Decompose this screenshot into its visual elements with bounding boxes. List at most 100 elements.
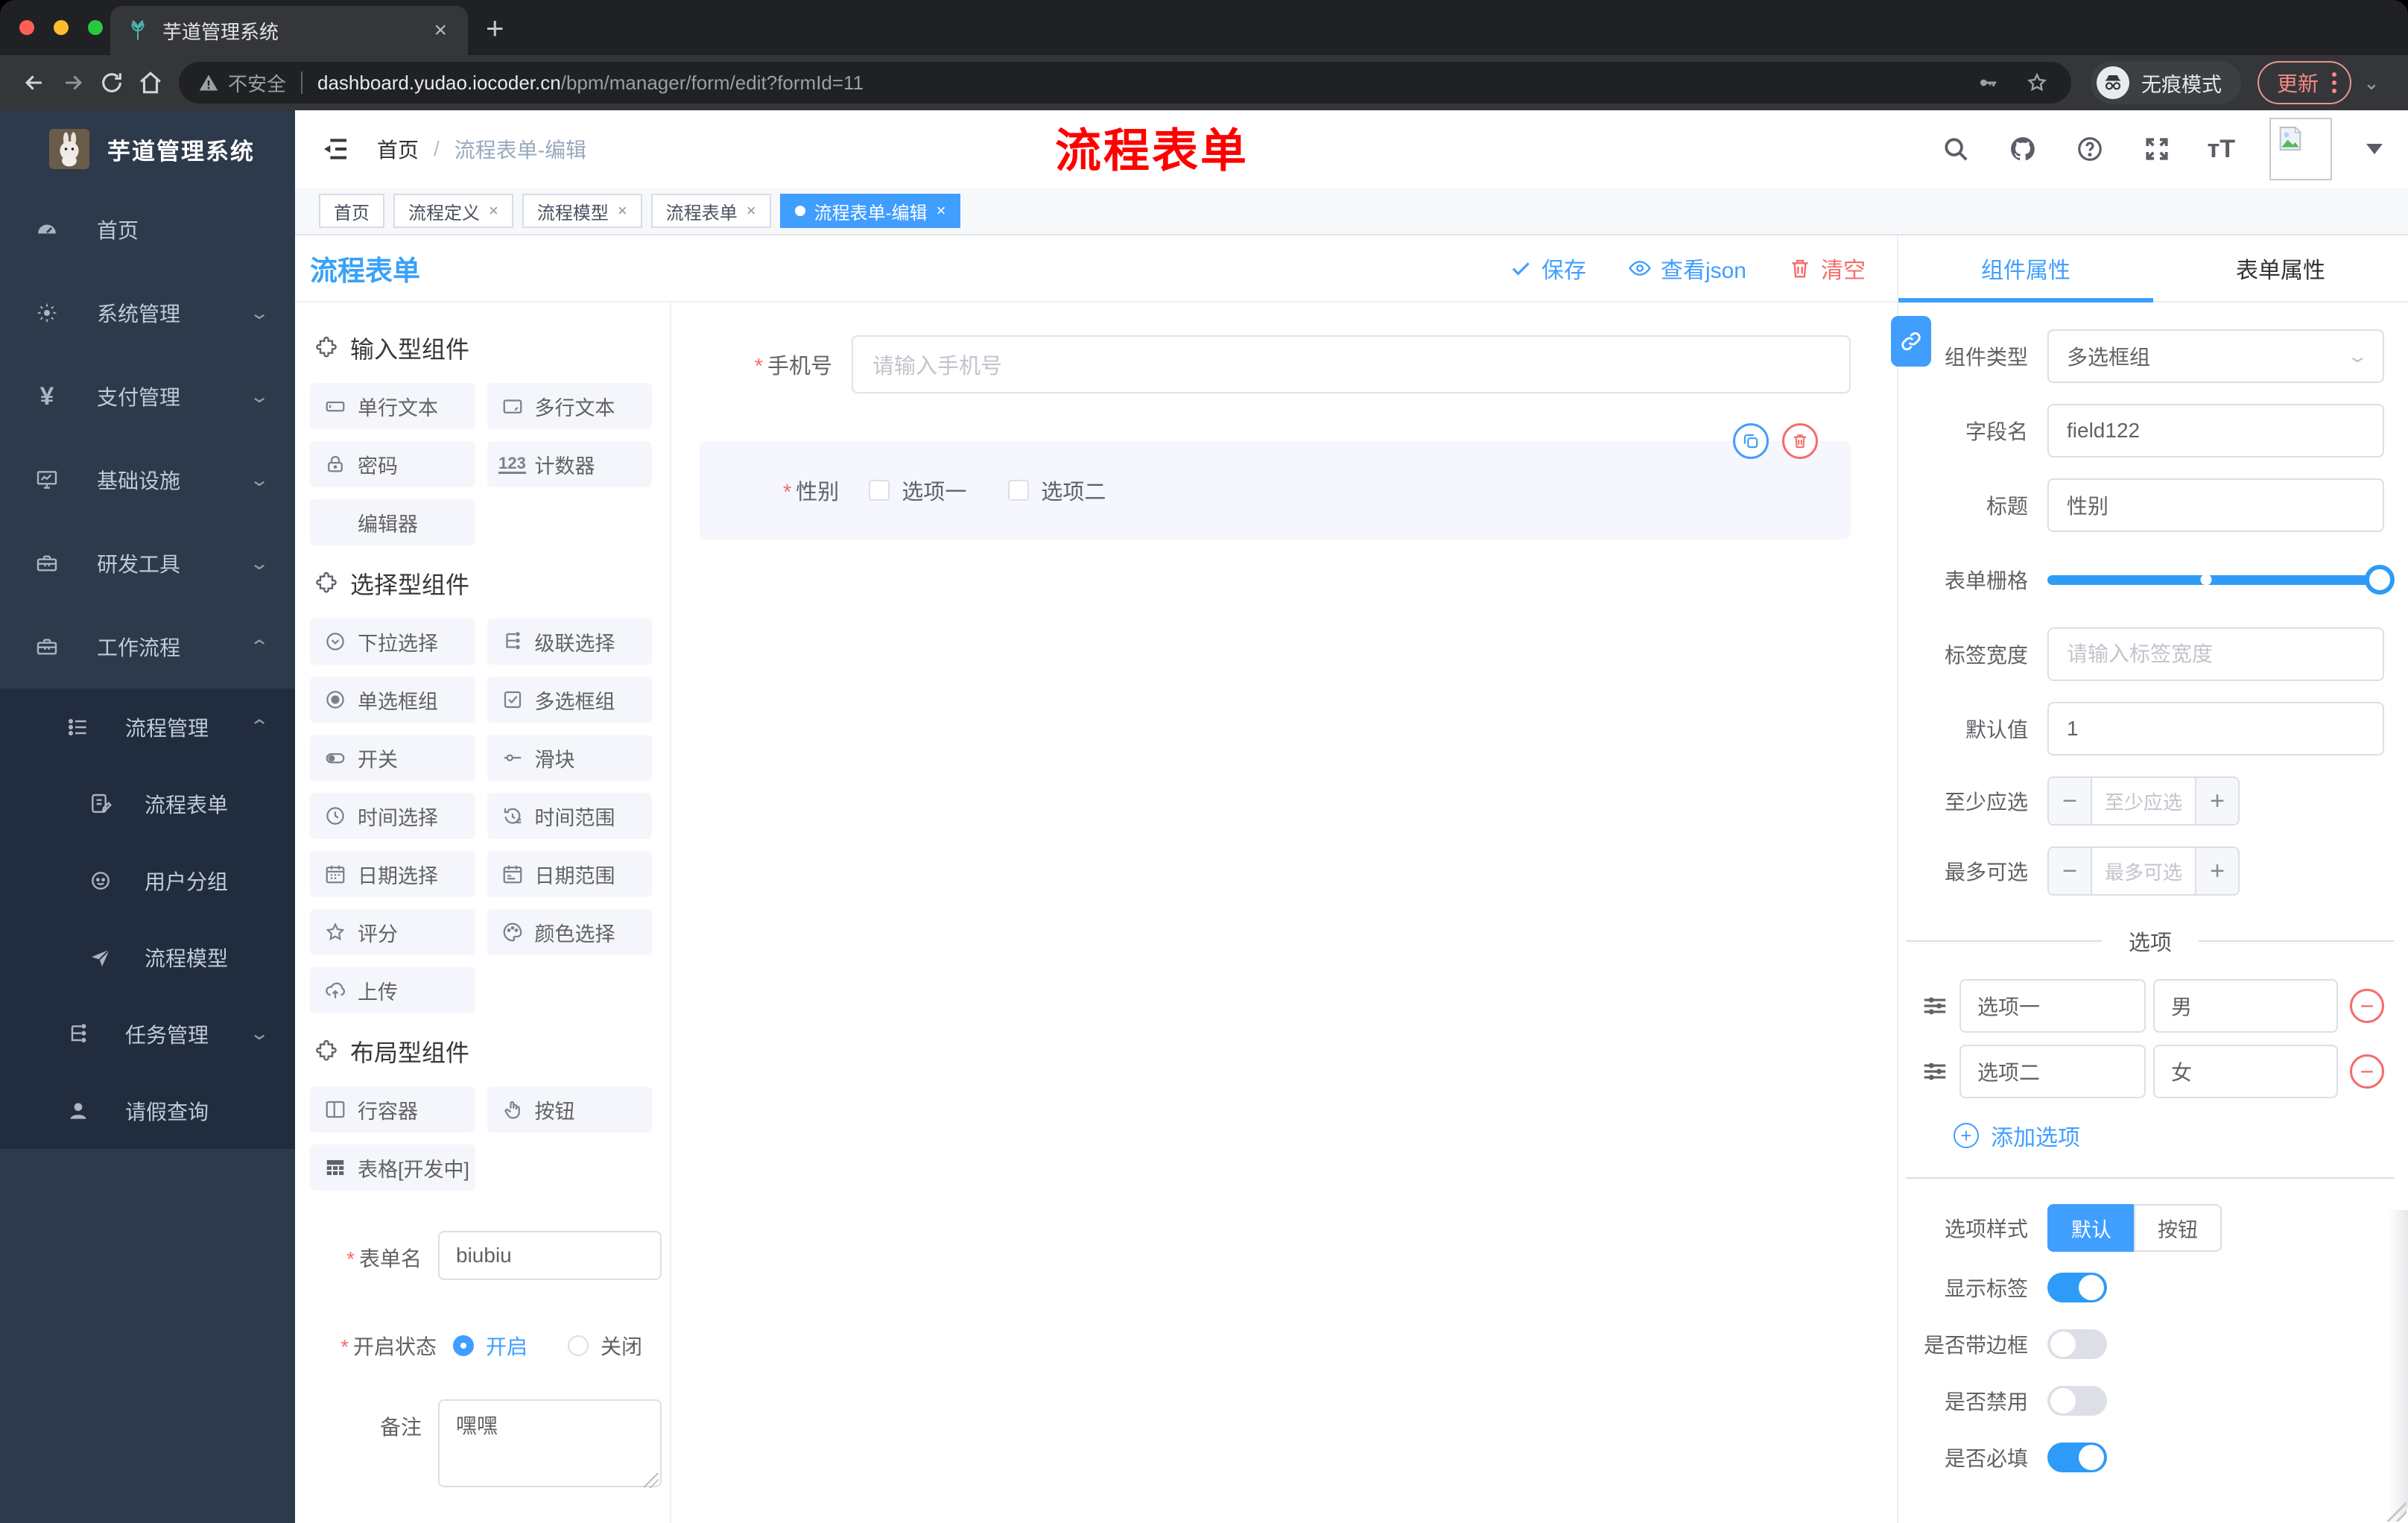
font-size-icon[interactable]: ᴛT <box>2208 135 2235 164</box>
help-icon[interactable] <box>2073 133 2106 165</box>
tab-component-props[interactable]: 组件属性 <box>1898 235 2153 301</box>
with-border-toggle[interactable] <box>2047 1329 2107 1359</box>
tab-form-props[interactable]: 表单属性 <box>2153 235 2408 301</box>
increase-button[interactable]: + <box>2195 778 2238 824</box>
not-secure-warning-icon[interactable] <box>198 72 219 93</box>
home-icon[interactable] <box>131 63 170 102</box>
tag-close-icon[interactable]: × <box>489 201 498 221</box>
remove-option-button[interactable]: − <box>2350 989 2384 1023</box>
sidebar-item-payment[interactable]: ¥ 支付管理 ⌄ <box>0 355 295 438</box>
sidebar-item-leave-query[interactable]: 请假查询 <box>0 1072 295 1149</box>
tag-close-icon[interactable]: × <box>618 201 627 221</box>
stepper-placeholder[interactable]: 最多可选 <box>2092 848 2195 894</box>
tag-process-form[interactable]: 流程表单 × <box>650 194 771 228</box>
palette-item-select[interactable]: 下拉选择 <box>310 618 475 665</box>
default-value-input[interactable] <box>2047 702 2384 756</box>
chevron-down-icon[interactable]: ⌄ <box>2363 72 2380 95</box>
view-json-button[interactable]: 查看json <box>1628 252 1746 285</box>
option-value-input[interactable] <box>2153 1045 2338 1098</box>
palette-item-slider[interactable]: 滑块 <box>487 735 652 781</box>
clear-button[interactable]: 清空 <box>1788 252 1866 285</box>
search-icon[interactable] <box>1939 133 1972 165</box>
component-type-select[interactable]: 多选框组 ⌄ <box>2047 329 2384 383</box>
slider-track[interactable] <box>2047 565 2395 595</box>
status-on-radio[interactable]: 开启 <box>453 1331 527 1361</box>
form-remark-textarea[interactable]: 嘿嘿 <box>438 1399 662 1487</box>
sidebar-item-process-management[interactable]: 流程管理 ⌃ <box>0 688 295 765</box>
sidebar-item-user-group[interactable]: 用户分组 <box>0 842 295 919</box>
github-icon[interactable] <box>2006 133 2039 165</box>
maximize-window-button[interactable] <box>88 20 103 35</box>
option-label-input[interactable] <box>1959 1045 2146 1098</box>
phone-input[interactable]: 请输入手机号 <box>852 335 1851 393</box>
canvas-field-gender-selected[interactable]: * 性别 选项一 选项二 <box>700 423 1851 539</box>
palette-item-color-picker[interactable]: 颜色选择 <box>487 909 652 955</box>
palette-item-switch[interactable]: 开关 <box>310 735 475 781</box>
form-name-input[interactable] <box>438 1231 662 1280</box>
new-tab-button[interactable]: + <box>486 10 504 46</box>
option-value-input[interactable] <box>2153 979 2338 1033</box>
checkbox-icon[interactable] <box>869 480 890 501</box>
status-off-radio[interactable]: 关闭 <box>568 1331 642 1361</box>
canvas-field-phone[interactable]: * 手机号 请输入手机号 <box>700 335 1851 393</box>
sidebar-item-task-management[interactable]: 任务管理 ⌄ <box>0 995 295 1072</box>
palette-item-rate[interactable]: 评分 <box>310 909 475 955</box>
remove-option-button[interactable]: − <box>2350 1054 2384 1089</box>
palette-item-time-range[interactable]: 时间范围 <box>487 793 652 839</box>
palette-item-editor[interactable]: 编辑器 <box>310 499 475 545</box>
drag-handle-icon[interactable] <box>1921 1057 1949 1086</box>
duplicate-component-button[interactable] <box>1733 423 1769 459</box>
palette-item-cascader[interactable]: 级联选择 <box>487 618 652 665</box>
style-button-button[interactable]: 按钮 <box>2134 1204 2222 1252</box>
browser-tab[interactable]: 芋道管理系统 × <box>110 6 468 55</box>
browser-update-button[interactable]: 更新 <box>2258 61 2352 104</box>
decrease-button[interactable]: − <box>2049 848 2092 894</box>
palette-item-counter[interactable]: 123 计数器 <box>487 441 652 487</box>
field-name-input[interactable] <box>2047 404 2384 457</box>
sidebar-item-process-form[interactable]: 流程表单 <box>0 765 295 842</box>
fullscreen-icon[interactable] <box>2141 133 2173 165</box>
palette-item-time-picker[interactable]: 时间选择 <box>310 793 475 839</box>
stepper-placeholder[interactable]: 至少应选 <box>2092 778 2195 824</box>
palette-item-single-text[interactable]: 单行文本 <box>310 383 475 429</box>
show-label-toggle[interactable] <box>2047 1273 2107 1302</box>
label-width-input[interactable] <box>2047 627 2384 681</box>
reload-icon[interactable] <box>92 63 131 102</box>
close-window-button[interactable] <box>19 20 34 35</box>
checkbox-icon[interactable] <box>1008 480 1030 501</box>
tag-process-form-edit[interactable]: 流程表单-编辑 × <box>779 194 961 228</box>
sidebar-item-dev-tools[interactable]: 研发工具 ⌄ <box>0 522 295 605</box>
forward-icon[interactable] <box>54 63 92 102</box>
palette-item-radio-group[interactable]: 单选框组 <box>310 677 475 723</box>
add-option-button[interactable]: + 添加选项 <box>1898 1119 2408 1152</box>
gender-option-1[interactable]: 选项一 <box>869 475 966 506</box>
form-canvas[interactable]: * 手机号 请输入手机号 * 性别 选项一 选项二 <box>671 303 1897 1523</box>
sidebar-item-system[interactable]: 系统管理 ⌄ <box>0 271 295 355</box>
form-grid-slider[interactable] <box>2047 553 2395 607</box>
tag-home[interactable]: 首页 <box>319 194 384 228</box>
palette-item-checkbox-group[interactable]: 多选框组 <box>487 677 652 723</box>
textarea-resize-grip[interactable] <box>644 1473 659 1488</box>
style-default-button[interactable]: 默认 <box>2047 1204 2134 1252</box>
sidebar-item-home[interactable]: 首页 <box>0 188 295 271</box>
tag-close-icon[interactable]: × <box>747 201 756 221</box>
title-input[interactable] <box>2047 478 2384 532</box>
caret-down-icon[interactable] <box>2366 144 2383 154</box>
avatar[interactable] <box>2269 118 2332 180</box>
palette-item-button[interactable]: 按钮 <box>487 1086 652 1133</box>
disabled-toggle[interactable] <box>2047 1386 2107 1416</box>
palette-item-date-picker[interactable]: 日期选择 <box>310 851 475 897</box>
palette-item-password[interactable]: 密码 <box>310 441 475 487</box>
hamburger-icon[interactable] <box>320 134 350 164</box>
tag-process-definition[interactable]: 流程定义 × <box>393 194 513 228</box>
resize-grip[interactable] <box>2387 1502 2407 1522</box>
palette-item-date-range[interactable]: 日期范围 <box>487 851 652 897</box>
tag-close-icon[interactable]: × <box>937 201 946 221</box>
drag-handle-icon[interactable] <box>1921 992 1949 1020</box>
password-key-icon[interactable] <box>1973 68 2003 98</box>
sidebar-item-process-model[interactable]: 流程模型 <box>0 919 295 995</box>
option-label-input[interactable] <box>1959 979 2146 1033</box>
minimize-window-button[interactable] <box>54 20 69 35</box>
breadcrumb-home[interactable]: 首页 <box>377 134 419 164</box>
palette-item-table[interactable]: 表格[开发中] <box>310 1144 475 1191</box>
